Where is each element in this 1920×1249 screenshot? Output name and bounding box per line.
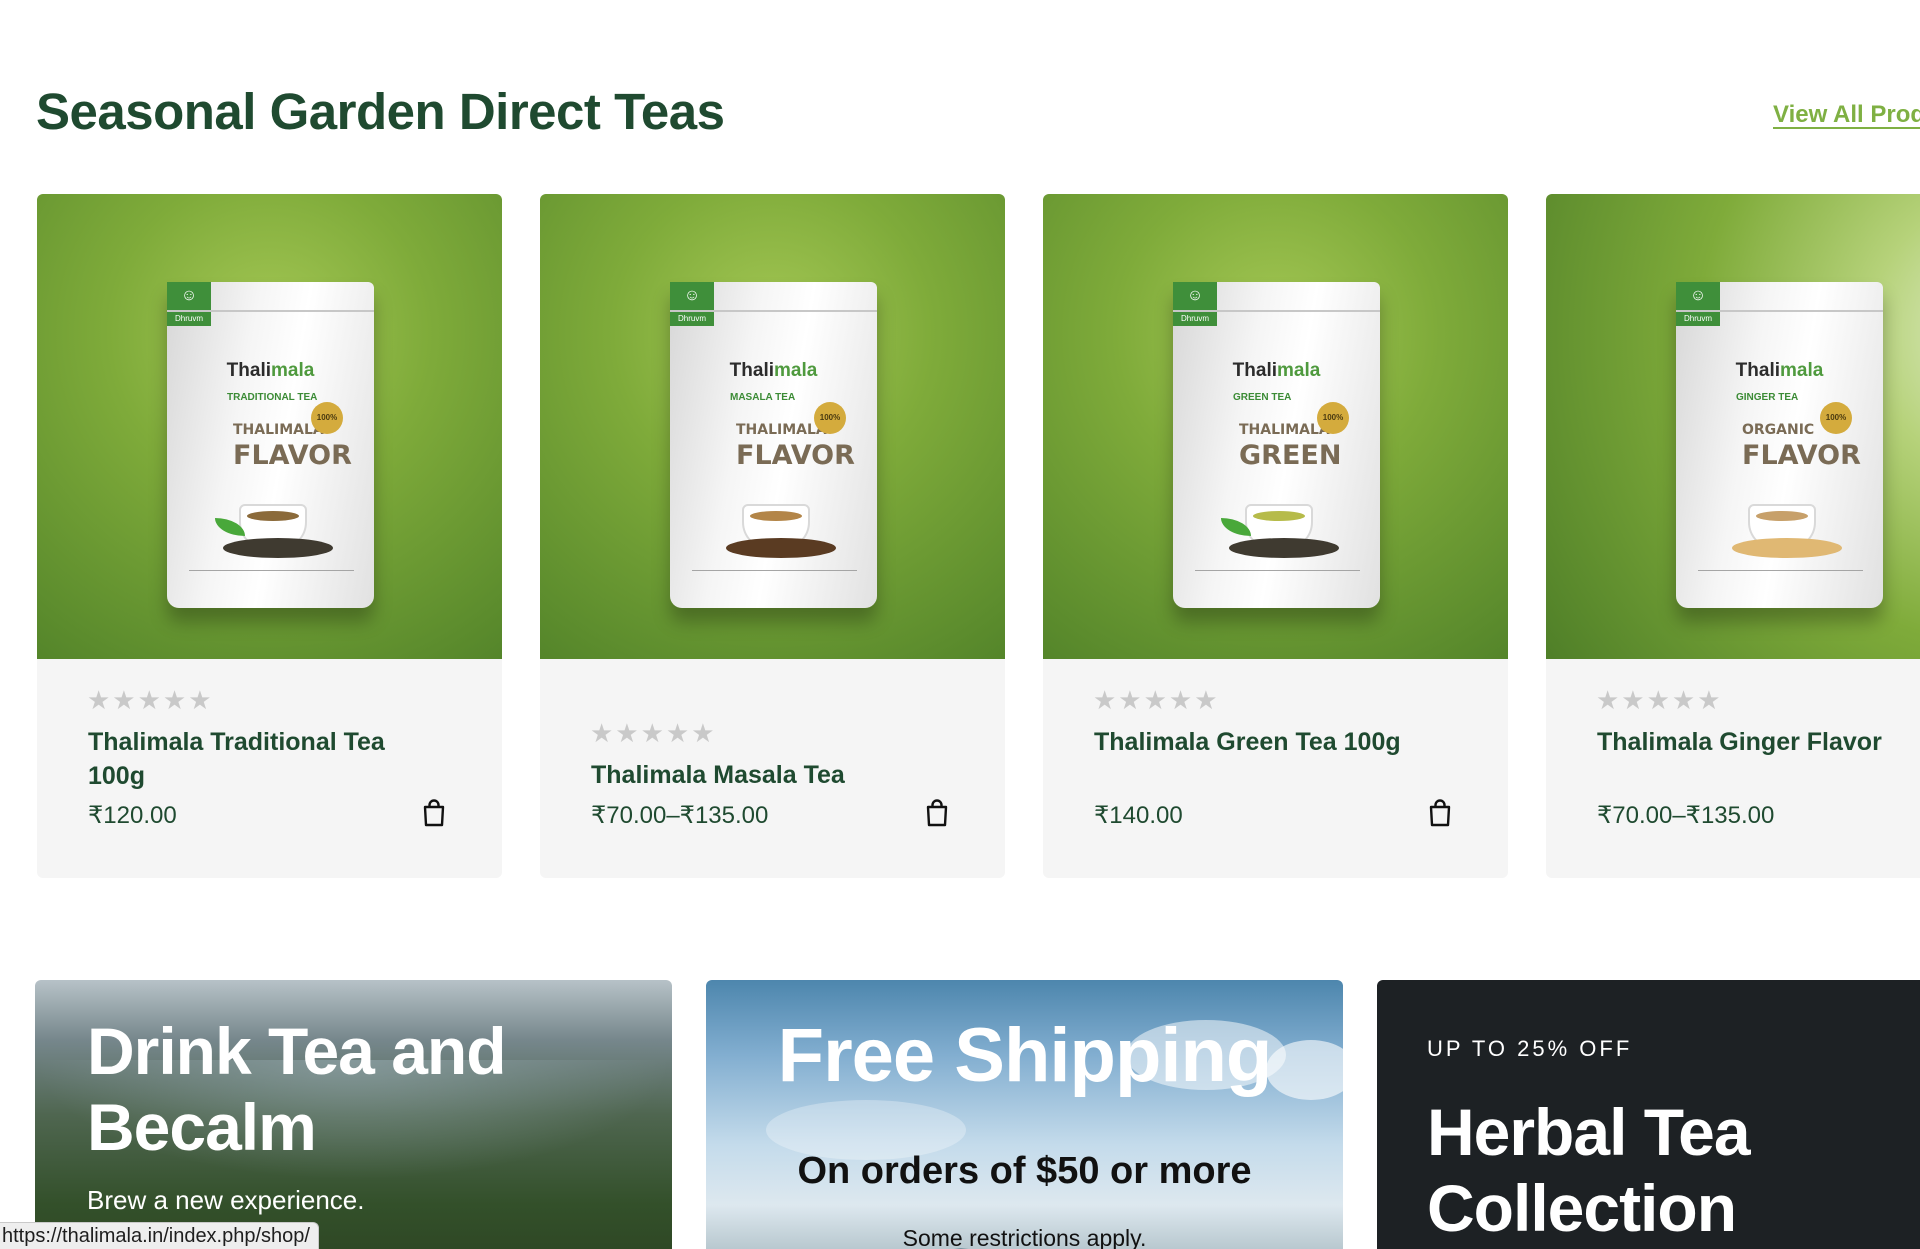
spices-icon [726,538,836,558]
product-card[interactable]: ☺ Dhruvm Thalimala MASALA TEA THALIMALA F… [540,194,1005,878]
tea-pouch-image: ☺ Dhruvm Thalimala GREEN TEA THALIMALA GR… [1173,282,1380,608]
promo-eyebrow: UP TO 25% OFF [1427,1036,1633,1061]
product-image[interactable]: ☺ Dhruvm Thalimala MASALA TEA THALIMALA F… [540,194,1005,659]
product-price: ₹120.00 [88,802,177,829]
product-card[interactable]: ☺ Dhruvm Thalimala TRADITIONAL TEA THALIM… [37,194,502,878]
tea-pouch-image: ☺ Dhruvm Thalimala MASALA TEA THALIMALA F… [670,282,877,608]
pouch-zip [167,310,374,312]
quality-seal-icon: 100% [814,402,846,434]
pouch-variant: GREEN TEA [1233,392,1292,403]
shopping-bag-icon [926,799,948,827]
promo-subtitle: On orders of $50 or more [797,1150,1252,1192]
shopping-bag-icon [423,799,445,827]
product-name[interactable]: Thalimala Traditional Tea 100g [88,725,408,793]
promo-drink-tea[interactable]: Drink Tea and Becalm Brew a new experien… [35,980,672,1249]
section-title: Seasonal Garden Direct Teas [36,83,725,140]
promo-subtitle: Brew a new experience. [87,1185,365,1215]
product-price: ₹70.00–₹135.00 [591,802,769,829]
product-image[interactable]: ☺ Dhruvm Thalimala GREEN TEA THALIMALA GR… [1043,194,1508,659]
tea-leaves-icon [1229,538,1339,558]
product-card[interactable]: ☺ Dhruvm Thalimala GINGER TEA ORGANIC FLA… [1546,194,1920,878]
product-price: ₹70.00–₹135.00 [1597,802,1775,829]
add-to-cart-button[interactable] [1426,798,1454,828]
promo-banners: Drink Tea and Becalm Brew a new experien… [35,980,1920,1249]
star-rating: ★★★★★ [590,718,717,748]
pouch-title-line1: THALIMALA [736,422,827,438]
product-name[interactable]: Thalimala Green Tea 100g [1094,725,1414,759]
status-bar-url: https://thalimala.in/index.php/shop/ [0,1222,319,1249]
product-name[interactable]: Thalimala Masala Tea [591,758,911,792]
pouch-label-fineprint [692,570,857,593]
star-rating: ★★★★★ [1093,685,1220,715]
view-all-products-link[interactable]: View All Prod [1773,101,1920,129]
product-image[interactable]: ☺ Dhruvm Thalimala GINGER TEA ORGANIC FLA… [1546,194,1920,659]
shopping-bag-icon [1429,799,1451,827]
pouch-title-line2: FLAVOR [233,440,352,471]
brand-logo-icon: ☺ Dhruvm [1173,282,1217,326]
tea-leaves-icon [223,538,333,558]
star-rating: ★★★★★ [87,685,214,715]
page: Seasonal Garden Direct Teas View All Pro… [0,0,1920,1249]
pouch-label-fineprint [189,570,354,593]
promo-free-shipping[interactable]: Free Shipping On orders of $50 or more S… [706,980,1343,1249]
pouch-label-fineprint [1195,570,1360,593]
promo-note: Some restrictions apply. [902,1225,1147,1249]
tea-pouch-image: ☺ Dhruvm Thalimala TRADITIONAL TEA THALIM… [167,282,374,608]
pouch-variant: GINGER TEA [1736,392,1799,403]
brand-logo-icon: ☺ Dhruvm [670,282,714,326]
product-card[interactable]: ☺ Dhruvm Thalimala GREEN TEA THALIMALA GR… [1043,194,1508,878]
pouch-zip [1676,310,1883,312]
product-name[interactable]: Thalimala Ginger Flavor [1597,725,1917,759]
promo-herbal-collection[interactable]: UP TO 25% OFF Herbal Tea Collection [1377,980,1920,1249]
pouch-title-line1: THALIMALA [1239,422,1330,438]
pouch-variant: TRADITIONAL TEA [227,392,318,403]
quality-seal-icon: 100% [311,402,343,434]
pouch-zip [1173,310,1380,312]
product-price: ₹140.00 [1094,802,1183,829]
product-image[interactable]: ☺ Dhruvm Thalimala TRADITIONAL TEA THALIM… [37,194,502,659]
pouch-brand: Thalimala [729,360,818,381]
pouch-title-line2: FLAVOR [1742,440,1861,471]
promo-title: Free Shipping [777,1013,1273,1098]
pouch-zip [670,310,877,312]
pouch-title-line2: GREEN [1239,440,1342,471]
promo-title: Herbal Tea Collection [1427,1095,1751,1245]
brand-logo-icon: ☺ Dhruvm [167,282,211,326]
pouch-brand: Thalimala [226,360,315,381]
pouch-title-line2: FLAVOR [736,440,855,471]
pouch-title-line1: THALIMALA [233,422,324,438]
ginger-icon [1732,538,1842,558]
quality-seal-icon: 100% [1820,402,1852,434]
add-to-cart-button[interactable] [923,798,951,828]
pouch-variant: MASALA TEA [730,392,796,403]
pouch-brand: Thalimala [1735,360,1824,381]
tea-pouch-image: ☺ Dhruvm Thalimala GINGER TEA ORGANIC FLA… [1676,282,1883,608]
quality-seal-icon: 100% [1317,402,1349,434]
pouch-title-line1: ORGANIC [1742,422,1815,438]
brand-logo-icon: ☺ Dhruvm [1676,282,1720,326]
pouch-label-fineprint [1698,570,1863,593]
promo-title: Drink Tea and Becalm [87,1014,507,1164]
star-rating: ★★★★★ [1596,685,1723,715]
product-carousel: ☺ Dhruvm Thalimala TRADITIONAL TEA THALIM… [37,194,1920,879]
pouch-brand: Thalimala [1232,360,1321,381]
add-to-cart-button[interactable] [420,798,448,828]
